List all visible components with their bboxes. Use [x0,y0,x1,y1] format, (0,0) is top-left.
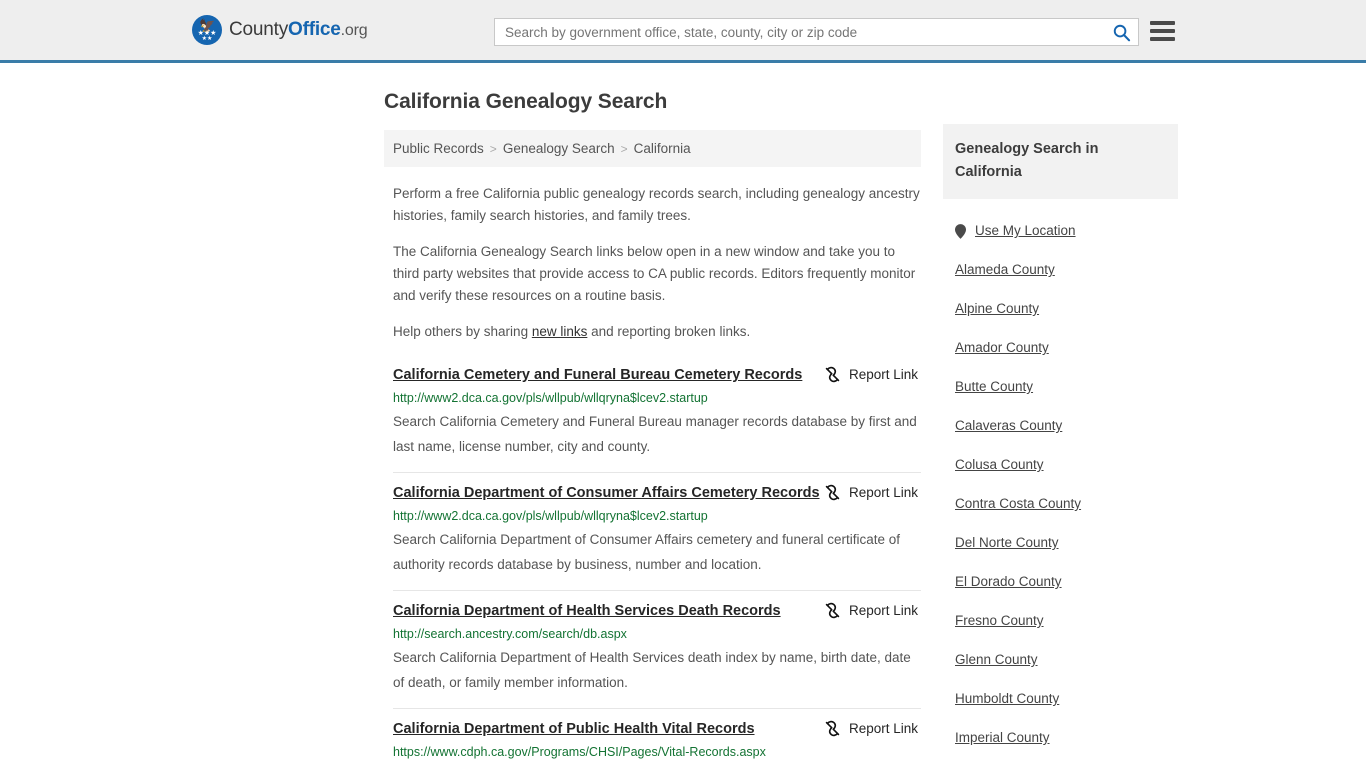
breadcrumb-separator-icon: > [620,141,628,156]
hamburger-bar [1150,21,1175,25]
result-description: Search California Department of Consumer… [393,532,900,572]
hamburger-bar [1150,29,1175,33]
result-item: California Department of Health Services… [393,590,921,708]
sidebar-item-county[interactable]: Del Norte County [955,534,1178,552]
breadcrumb-separator-icon: > [489,141,497,156]
search-box [494,18,1139,46]
county-link[interactable]: Calaveras County [955,418,1062,433]
breadcrumb: Public Records > Genealogy Search > Cali… [384,130,921,167]
logo-text-org: .org [340,22,368,39]
result-item: California Department of Public Health V… [393,708,921,768]
sidebar-county-list: Use My Location Alameda County Alpine Co… [943,222,1178,768]
sidebar-item-county[interactable]: Humboldt County [955,690,1178,708]
search-button[interactable] [1104,19,1138,45]
intro-3-prefix: Help others by sharing [393,324,532,339]
breadcrumb-item-california[interactable]: California [634,141,691,156]
page-body: California Genealogy Search Public Recor… [0,63,1366,768]
result-url[interactable]: https://www.cdph.ca.gov/Programs/CHSI/Pa… [393,744,921,760]
sidebar: Genealogy Search in California Use My Lo… [943,63,1178,768]
sidebar-item-county[interactable]: El Dorado County [955,573,1178,591]
report-link-button[interactable]: Report Link [824,602,921,619]
breadcrumb-item-public-records[interactable]: Public Records [393,141,484,156]
county-link[interactable]: Humboldt County [955,691,1059,706]
sidebar-item-county[interactable]: Calaveras County [955,417,1178,435]
broken-link-icon [825,720,840,737]
county-link[interactable]: El Dorado County [955,574,1062,589]
hamburger-menu-icon[interactable] [1150,20,1175,42]
sidebar-item-county[interactable]: Contra Costa County [955,495,1178,513]
new-links-link[interactable]: new links [532,324,588,339]
search-input[interactable] [495,19,1104,45]
county-link[interactable]: Glenn County [955,652,1038,667]
sidebar-item-use-my-location[interactable]: Use My Location [955,222,1178,240]
logo-text-county: County [229,19,289,40]
result-header: California Department of Health Services… [393,602,921,621]
result-item: California Department of Consumer Affair… [393,472,921,590]
eagle-seal-logo-icon: 🦅 ★★★ ★★ [192,15,222,45]
report-link-button[interactable]: Report Link [824,366,921,383]
result-item: California Cemetery and Funeral Bureau C… [393,364,921,472]
result-title-link[interactable]: California Department of Consumer Affair… [393,484,820,503]
sidebar-item-county[interactable]: Alameda County [955,261,1178,279]
intro-3-suffix: and reporting broken links. [587,324,751,339]
main-column: California Genealogy Search Public Recor… [384,63,921,768]
result-url[interactable]: http://search.ancestry.com/search/db.asp… [393,626,921,642]
result-url[interactable]: http://www2.dca.ca.gov/pls/wllpub/wllqry… [393,508,921,524]
sidebar-item-county[interactable]: Amador County [955,339,1178,357]
report-link-button[interactable]: Report Link [824,720,921,737]
report-link-label: Report Link [848,485,918,500]
result-description: Search California Department of Health S… [393,650,911,690]
county-link[interactable]: Amador County [955,340,1049,355]
broken-link-icon [825,602,840,619]
result-description: View California Department of Public Hea… [393,763,921,768]
county-link[interactable]: Butte County [955,379,1033,394]
result-description: Search California Cemetery and Funeral B… [393,414,917,454]
sidebar-item-county[interactable]: Colusa County [955,456,1178,474]
results-list: California Cemetery and Funeral Bureau C… [384,364,921,768]
result-title-link[interactable]: California Department of Public Health V… [393,720,755,739]
county-link[interactable]: Fresno County [955,613,1044,628]
intro-paragraph-1: Perform a free California public genealo… [393,186,920,223]
result-header: California Department of Consumer Affair… [393,484,921,503]
use-my-location-link[interactable]: Use My Location [975,222,1076,240]
county-link[interactable]: Contra Costa County [955,496,1081,511]
report-link-label: Report Link [848,721,918,736]
county-link[interactable]: Alpine County [955,301,1039,316]
county-link[interactable]: Del Norte County [955,535,1059,550]
site-logo[interactable]: 🦅 ★★★ ★★ CountyOffice.org [192,15,368,45]
result-title-link[interactable]: California Cemetery and Funeral Bureau C… [393,366,802,385]
logo-text-office: Office [288,19,341,40]
logo-text: CountyOffice.org [229,19,368,41]
sidebar-item-county[interactable]: Imperial County [955,729,1178,747]
result-title-link[interactable]: California Department of Health Services… [393,602,781,621]
report-link-label: Report Link [848,603,918,618]
result-header: California Cemetery and Funeral Bureau C… [393,366,921,385]
search-icon [1113,24,1130,41]
page-title: California Genealogy Search [384,90,668,113]
broken-link-icon [825,366,840,383]
intro-paragraph-2: The California Genealogy Search links be… [393,244,916,303]
sidebar-item-county[interactable]: Alpine County [955,300,1178,318]
sidebar-item-county[interactable]: Glenn County [955,651,1178,669]
intro-paragraph-3: Help others by sharing new links and rep… [393,321,921,343]
hamburger-bar [1150,37,1175,41]
county-link[interactable]: Alameda County [955,262,1055,277]
sidebar-heading: Genealogy Search in California [943,124,1178,199]
sidebar-item-county[interactable]: Butte County [955,378,1178,396]
map-pin-icon [955,223,966,239]
content-wrapper: California Genealogy Search Public Recor… [188,63,1178,768]
county-link[interactable]: Colusa County [955,457,1044,472]
county-link[interactable]: Imperial County [955,730,1050,745]
report-link-label: Report Link [848,367,918,382]
breadcrumb-item-genealogy-search[interactable]: Genealogy Search [503,141,615,156]
report-link-button[interactable]: Report Link [824,484,921,501]
broken-link-icon [825,484,840,501]
result-url[interactable]: http://www2.dca.ca.gov/pls/wllpub/wllqry… [393,390,921,406]
result-header: California Department of Public Health V… [393,720,921,739]
site-header: 🦅 ★★★ ★★ CountyOffice.org [0,0,1366,63]
sidebar-item-county[interactable]: Fresno County [955,612,1178,630]
